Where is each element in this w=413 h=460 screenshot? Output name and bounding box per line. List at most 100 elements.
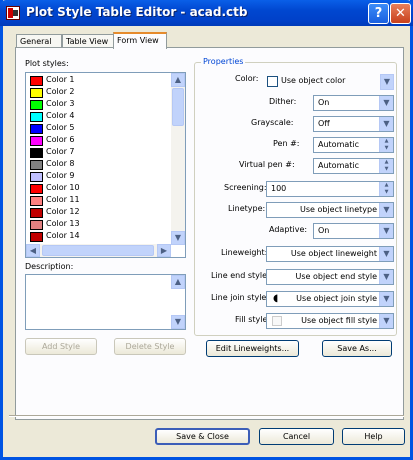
line-end-label: Line end style: xyxy=(211,271,270,280)
scroll-down-icon[interactable]: ▼ xyxy=(171,231,185,245)
list-item[interactable]: Color 11 xyxy=(28,195,168,207)
screening-spin-icon[interactable]: ▲ ▼ xyxy=(379,182,393,196)
scroll-left-icon[interactable]: ◀ xyxy=(26,244,40,257)
desc-scroll-up-icon[interactable]: ▲ xyxy=(171,275,185,289)
list-item[interactable]: Color 8 xyxy=(28,159,168,171)
list-item[interactable]: Color 4 xyxy=(28,111,168,123)
edit-lineweights-button[interactable]: Edit Lineweights... xyxy=(206,340,299,357)
list-horizontal-scrollbar[interactable]: ◀ ▶ xyxy=(26,244,171,257)
properties-groupbox: Properties Color: Use object color ▼ Dit… xyxy=(194,57,397,336)
plot-styles-label: Plot styles: xyxy=(25,59,69,68)
line-join-select[interactable]: ◖ Use object join style ▼ xyxy=(266,291,394,307)
cancel-button[interactable]: Cancel xyxy=(259,428,334,445)
scroll-thumb-horizontal[interactable] xyxy=(42,245,154,256)
color-swatch xyxy=(30,76,43,86)
list-item-label: Color 9 xyxy=(46,171,75,180)
chevron-down-icon[interactable]: ▼ xyxy=(379,117,393,131)
pen-spin-icon[interactable]: ▲ ▼ xyxy=(379,138,393,152)
list-item[interactable]: Color 7 xyxy=(28,147,168,159)
list-vertical-scrollbar[interactable]: ▲ ▼ xyxy=(171,73,185,245)
list-item[interactable]: Color 14 xyxy=(28,231,168,243)
list-item[interactable]: Color 12 xyxy=(28,207,168,219)
list-item[interactable]: Color 10 xyxy=(28,183,168,195)
properties-title: Properties xyxy=(201,57,246,66)
color-swatch xyxy=(30,184,43,194)
color-swatch xyxy=(30,208,43,218)
scroll-right-icon[interactable]: ▶ xyxy=(157,244,171,257)
list-item[interactable]: Color 5 xyxy=(28,123,168,135)
chevron-down-icon[interactable]: ▼ xyxy=(379,314,393,328)
pen-spinner[interactable]: Automatic ▲ ▼ xyxy=(313,137,394,153)
chevron-down-icon[interactable]: ▼ xyxy=(379,292,393,306)
tab-form-view[interactable]: Form View xyxy=(113,32,167,49)
color-label: Color: xyxy=(235,74,259,83)
color-swatch xyxy=(30,160,43,170)
save-as-button[interactable]: Save As... xyxy=(322,340,392,357)
list-item[interactable]: Color 1 xyxy=(28,75,168,87)
title-help-button[interactable]: ? xyxy=(368,3,389,24)
title-close-button[interactable]: ✕ xyxy=(390,3,411,24)
color-dropdown-icon[interactable]: ▼ xyxy=(380,74,394,90)
scroll-thumb[interactable] xyxy=(172,88,184,126)
color-swatch xyxy=(30,124,43,134)
fill-pattern-icon xyxy=(272,316,282,326)
list-item-label: Color 6 xyxy=(46,135,75,144)
fill-style-label: Fill style: xyxy=(235,315,271,324)
tab-general[interactable]: General xyxy=(16,34,62,48)
title-bar[interactable]: Plot Style Table Editor - acad.ctb ? ✕ xyxy=(0,0,413,26)
dither-select[interactable]: On ▼ xyxy=(313,95,394,111)
scroll-up-icon[interactable]: ▲ xyxy=(171,73,185,87)
chevron-down-icon[interactable]: ▼ xyxy=(379,224,393,238)
lineweight-select[interactable]: Use object lineweight ▼ xyxy=(266,246,394,262)
screening-spinner[interactable]: 100 ▲ ▼ xyxy=(266,181,394,197)
plot-styles-list[interactable]: Color 1 Color 2 Color 3 Color 4 Color 5 … xyxy=(25,72,186,258)
virtual-pen-label: Virtual pen #: xyxy=(239,160,295,169)
color-swatch xyxy=(30,148,43,158)
desc-scroll-down-icon[interactable]: ▼ xyxy=(171,315,185,329)
help-button[interactable]: Help xyxy=(342,428,405,445)
line-join-label: Line join style: xyxy=(211,293,270,302)
lineweight-label: Lineweight: xyxy=(221,248,268,257)
line-join-icon: ◖ xyxy=(273,293,279,304)
color-swatch xyxy=(30,196,43,206)
fill-style-value: Use object fill style xyxy=(301,316,377,325)
list-item-label: Color 14 xyxy=(46,231,80,240)
grayscale-value: Off xyxy=(318,119,330,128)
grayscale-label: Grayscale: xyxy=(251,118,294,127)
color-swatch xyxy=(30,88,43,98)
app-icon xyxy=(6,6,20,20)
line-end-select[interactable]: Use object end style ▼ xyxy=(266,269,394,285)
grayscale-select[interactable]: Off ▼ xyxy=(313,116,394,132)
screening-value: 100 xyxy=(271,184,287,193)
add-style-button[interactable]: Add Style xyxy=(25,338,97,355)
use-object-color-label: Use object color xyxy=(281,76,346,85)
tab-table-view[interactable]: Table View xyxy=(62,34,114,48)
color-swatch xyxy=(30,100,43,110)
list-item[interactable]: Color 9 xyxy=(28,171,168,183)
list-item[interactable]: Color 13 xyxy=(28,219,168,231)
adaptive-label: Adaptive: xyxy=(269,225,308,234)
list-item-label: Color 12 xyxy=(46,207,80,216)
adaptive-select[interactable]: On ▼ xyxy=(313,223,394,239)
list-item[interactable]: Color 2 xyxy=(28,87,168,99)
chevron-down-icon[interactable]: ▼ xyxy=(379,203,393,217)
linetype-select[interactable]: Use object linetype ▼ xyxy=(266,202,394,218)
chevron-down-icon[interactable]: ▼ xyxy=(379,96,393,110)
use-object-color-checkbox[interactable] xyxy=(267,76,278,87)
save-close-button[interactable]: Save & Close xyxy=(155,428,250,445)
list-item-label: Color 13 xyxy=(46,219,80,228)
pen-label: Pen #: xyxy=(273,139,300,148)
list-item[interactable]: Color 6 xyxy=(28,135,168,147)
chevron-down-icon[interactable]: ▼ xyxy=(379,247,393,261)
chevron-down-icon[interactable]: ▼ xyxy=(379,270,393,284)
delete-style-button[interactable]: Delete Style xyxy=(114,338,186,355)
list-item[interactable]: Color 3 xyxy=(28,99,168,111)
fill-style-select[interactable]: Use object fill style ▼ xyxy=(266,313,394,329)
virtual-pen-spin-icon[interactable]: ▲ ▼ xyxy=(379,159,393,173)
plot-style-window: Plot Style Table Editor - acad.ctb ? ✕ G… xyxy=(0,0,413,460)
separator xyxy=(9,415,404,417)
virtual-pen-spinner[interactable]: Automatic ▲ ▼ xyxy=(313,158,394,174)
description-textarea[interactable]: ▲ ▼ xyxy=(25,274,186,330)
color-swatch xyxy=(30,172,43,182)
color-swatch xyxy=(30,220,43,230)
